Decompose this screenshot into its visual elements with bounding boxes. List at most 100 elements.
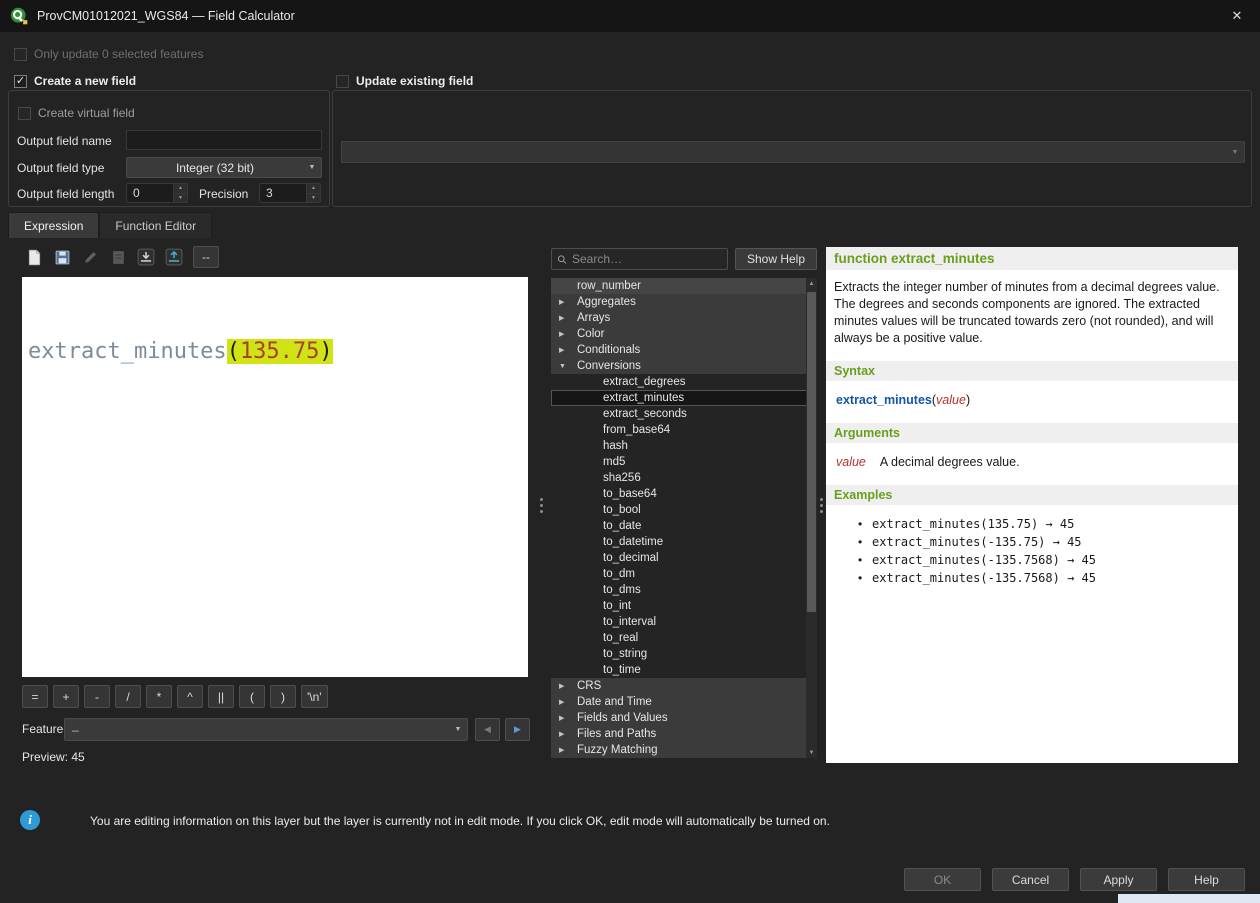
qgis-logo-icon xyxy=(10,7,28,25)
splitter-right[interactable] xyxy=(818,460,824,550)
new-expression-button[interactable] xyxy=(22,245,46,269)
tree-item-to-bool[interactable]: to_bool xyxy=(551,502,807,518)
operator-button[interactable]: - xyxy=(84,685,110,708)
tree-item-to-dm[interactable]: to_dm xyxy=(551,566,807,582)
operator-button[interactable]: * xyxy=(146,685,172,708)
argument-name: value xyxy=(836,455,866,469)
chevron-right-icon[interactable]: ▶ xyxy=(559,330,577,338)
import-expression-button[interactable] xyxy=(134,245,158,269)
tree-item-to-date[interactable]: to_date xyxy=(551,518,807,534)
tree-item-arrays[interactable]: ▶Arrays xyxy=(551,310,807,326)
chevron-right-icon[interactable]: ▶ xyxy=(559,698,577,706)
tree-item-files-and-paths[interactable]: ▶Files and Paths xyxy=(551,726,807,742)
examples-list: •extract_minutes(135.75) → 45•extract_mi… xyxy=(826,505,1238,585)
export-expression-button[interactable] xyxy=(162,245,186,269)
operator-button[interactable]: ( xyxy=(239,685,265,708)
spin-down-icon[interactable]: ▼ xyxy=(174,194,187,203)
output-field-type-combobox[interactable]: Integer (32 bit) ▼ xyxy=(126,157,322,178)
tree-item-fuzzy-matching[interactable]: ▶Fuzzy Matching xyxy=(551,742,807,758)
tree-item-sha256[interactable]: sha256 xyxy=(551,470,807,486)
search-input[interactable] xyxy=(572,252,727,266)
save-expression-button[interactable] xyxy=(50,245,74,269)
spin-down-icon[interactable]: ▼ xyxy=(307,194,320,203)
tree-item-to-interval[interactable]: to_interval xyxy=(551,614,807,630)
tree-item-to-dms[interactable]: to_dms xyxy=(551,582,807,598)
spin-up-icon[interactable]: ▲ xyxy=(307,184,320,194)
tree-item-to-base64[interactable]: to_base64 xyxy=(551,486,807,502)
update-existing-field-checkbox[interactable]: Update existing field xyxy=(336,73,473,89)
edit-expression-button[interactable] xyxy=(78,245,102,269)
tree-item-conditionals[interactable]: ▶Conditionals xyxy=(551,342,807,358)
tree-item-to-decimal[interactable]: to_decimal xyxy=(551,550,807,566)
tree-item-date-and-time[interactable]: ▶Date and Time xyxy=(551,694,807,710)
chevron-right-icon[interactable]: ▶ xyxy=(559,730,577,738)
operator-button[interactable]: ^ xyxy=(177,685,203,708)
code-argument: 135.75 xyxy=(240,339,319,364)
create-new-field-checkbox[interactable]: ✓ Create a new field xyxy=(14,73,136,89)
chevron-right-icon[interactable]: ▶ xyxy=(559,298,577,306)
tree-item-fields-and-values[interactable]: ▶Fields and Values xyxy=(551,710,807,726)
tree-item-to-datetime[interactable]: to_datetime xyxy=(551,534,807,550)
output-field-length-spinner[interactable]: 0 ▲ ▼ xyxy=(126,183,188,203)
next-feature-button[interactable]: ▶ xyxy=(505,718,530,741)
only-update-label: Only update 0 selected features xyxy=(34,47,203,61)
feature-combobox[interactable]: – ▼ xyxy=(64,718,468,741)
tree-item-aggregates[interactable]: ▶Aggregates xyxy=(551,294,807,310)
tree-item-extract-seconds[interactable]: extract_seconds xyxy=(551,406,807,422)
show-help-button[interactable]: Show Help xyxy=(735,248,817,270)
tree-item-md5[interactable]: md5 xyxy=(551,454,807,470)
create-virtual-field-checkbox[interactable]: Create virtual field xyxy=(18,105,135,121)
tree-item-extract-minutes[interactable]: extract_minutes xyxy=(551,390,807,406)
operator-button[interactable]: ) xyxy=(270,685,296,708)
tab-function-editor[interactable]: Function Editor xyxy=(99,212,212,238)
existing-field-combobox[interactable]: ▼ xyxy=(341,141,1245,163)
tree-item-label: from_base64 xyxy=(603,424,670,436)
tree-item-from-base64[interactable]: from_base64 xyxy=(551,422,807,438)
scroll-up-icon[interactable]: ▲ xyxy=(806,278,817,289)
operator-buttons: =+-/*^||()'\n' xyxy=(22,685,328,708)
close-button[interactable]: ✕ xyxy=(1214,0,1260,32)
syntax-line: extract_minutes(value) xyxy=(826,381,1238,419)
scroll-down-icon[interactable]: ▼ xyxy=(806,747,817,758)
operator-button[interactable]: / xyxy=(115,685,141,708)
tree-item-to-real[interactable]: to_real xyxy=(551,630,807,646)
chevron-right-icon[interactable]: ▶ xyxy=(559,346,577,354)
tree-item-to-string[interactable]: to_string xyxy=(551,646,807,662)
dash-button[interactable]: -- xyxy=(193,246,219,268)
output-field-name-input[interactable] xyxy=(126,130,322,150)
title-bar[interactable]: ProvCM01012021_WGS84 — Field Calculator … xyxy=(0,0,1260,32)
operator-button[interactable]: '\n' xyxy=(301,685,328,708)
spin-up-icon[interactable]: ▲ xyxy=(174,184,187,194)
chevron-right-icon[interactable]: ▶ xyxy=(559,746,577,754)
tree-item-to-time[interactable]: to_time xyxy=(551,662,807,678)
tree-item-to-int[interactable]: to_int xyxy=(551,598,807,614)
operator-button[interactable]: = xyxy=(22,685,48,708)
help-button[interactable]: Help xyxy=(1168,868,1245,891)
tree-item-row-number[interactable]: row_number xyxy=(551,278,807,294)
precision-spinner[interactable]: 3 ▲ ▼ xyxy=(259,183,321,203)
tree-item-conversions[interactable]: ▼Conversions xyxy=(551,358,807,374)
tab-expression[interactable]: Expression xyxy=(8,212,99,238)
previous-feature-button[interactable]: ◀ xyxy=(475,718,500,741)
tree-item-label: CRS xyxy=(577,680,601,692)
chevron-down-icon[interactable]: ▼ xyxy=(559,363,577,370)
tree-item-extract-degrees[interactable]: extract_degrees xyxy=(551,374,807,390)
operator-button[interactable]: + xyxy=(53,685,79,708)
only-update-checkbox[interactable]: Only update 0 selected features xyxy=(14,46,203,62)
chevron-right-icon[interactable]: ▶ xyxy=(559,314,577,322)
ok-button[interactable]: OK xyxy=(904,868,981,891)
delete-expression-button[interactable] xyxy=(106,245,130,269)
tree-item-hash[interactable]: hash xyxy=(551,438,807,454)
splitter-left[interactable] xyxy=(538,460,544,550)
expression-editor[interactable]: extract_minutes(135.75) xyxy=(22,277,528,677)
chevron-right-icon[interactable]: ▶ xyxy=(559,682,577,690)
chevron-right-icon[interactable]: ▶ xyxy=(559,714,577,722)
tree-scrollbar[interactable]: ▲ ▼ xyxy=(806,278,817,758)
cancel-button[interactable]: Cancel xyxy=(992,868,1069,891)
scrollbar-thumb[interactable] xyxy=(807,292,816,612)
operator-button[interactable]: || xyxy=(208,685,234,708)
tree-item-color[interactable]: ▶Color xyxy=(551,326,807,342)
tree-item-crs[interactable]: ▶CRS xyxy=(551,678,807,694)
apply-button[interactable]: Apply xyxy=(1080,868,1157,891)
function-search[interactable] xyxy=(551,248,728,270)
